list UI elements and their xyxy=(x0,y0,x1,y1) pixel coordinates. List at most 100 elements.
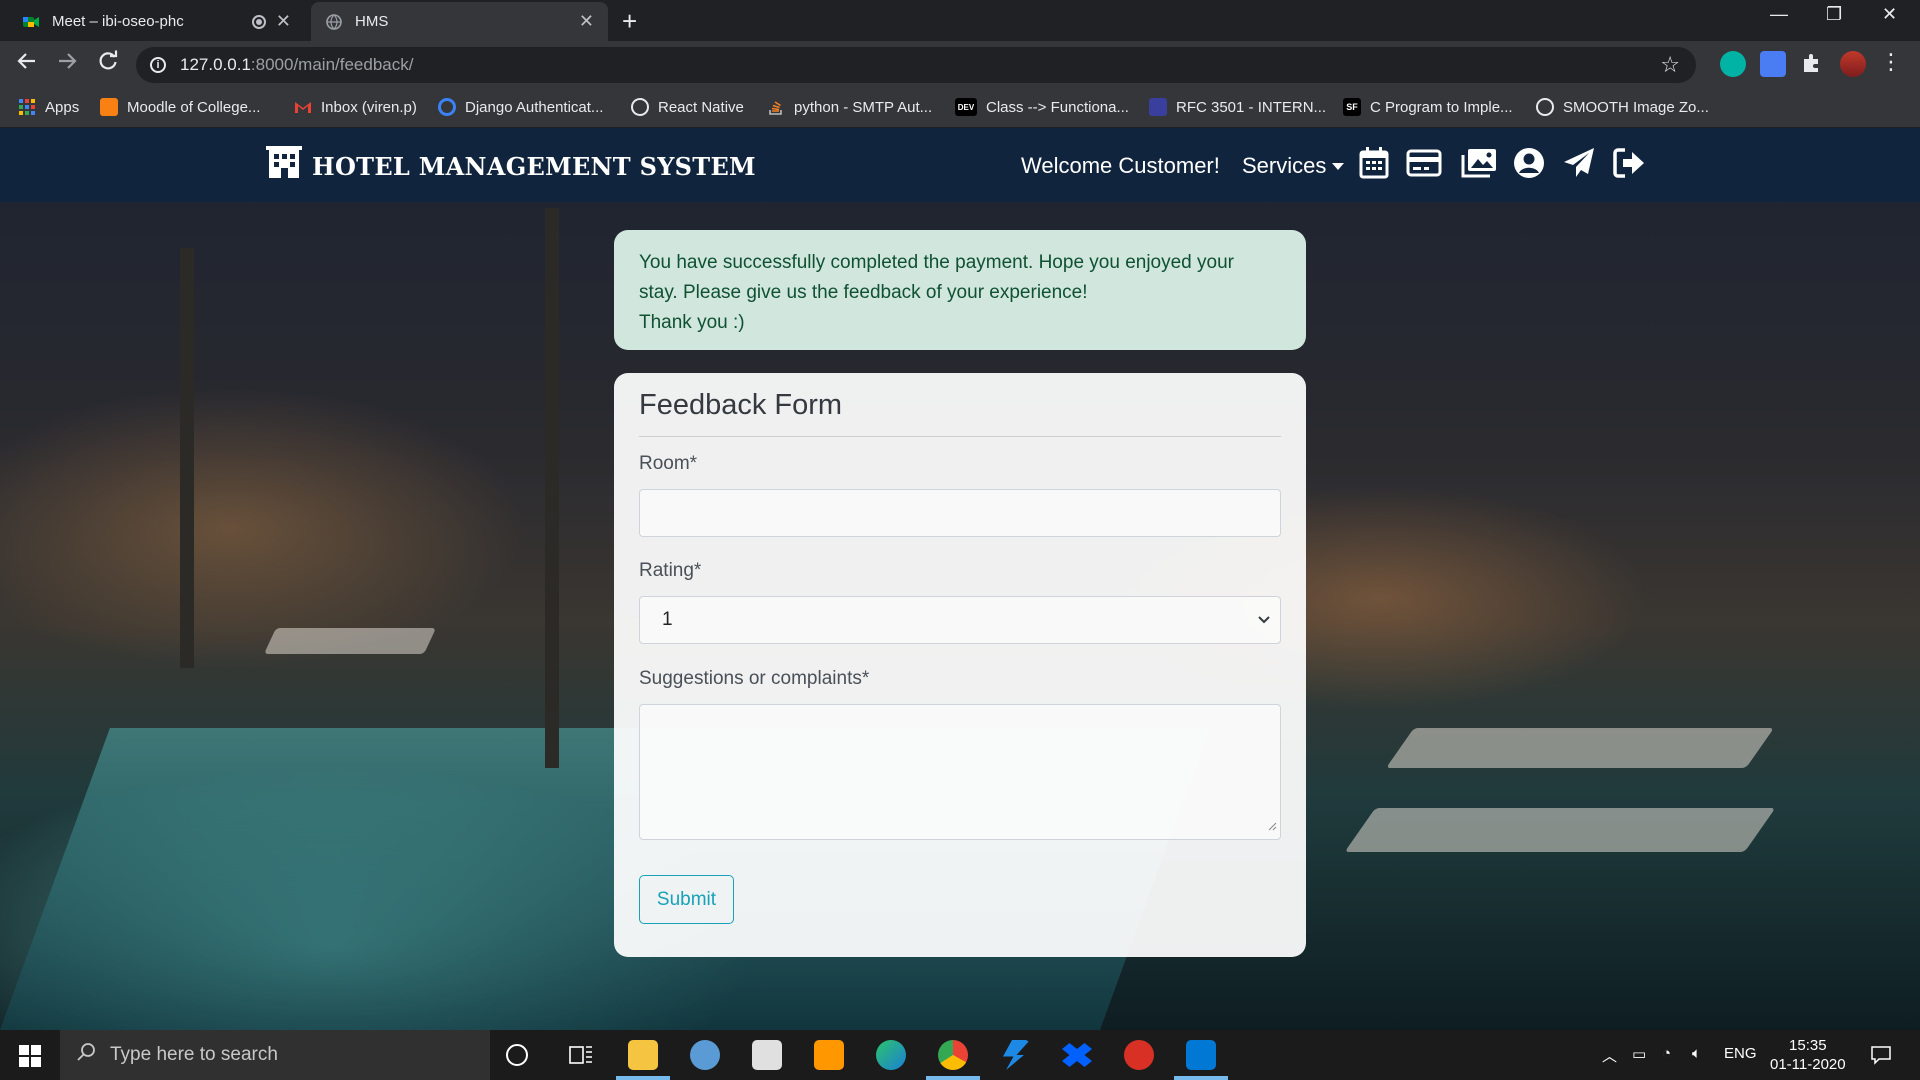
wifi-icon[interactable]: ◔ xyxy=(1662,1045,1671,1062)
bookmark-label: React Native xyxy=(658,98,744,116)
notifications-icon[interactable] xyxy=(1870,1045,1892,1069)
feedback-form-card: Feedback Form Room* Rating* 1 Suggestion… xyxy=(614,373,1306,957)
bookmark-label: python - SMTP Aut... xyxy=(794,98,933,116)
clock-date: 01-11-2020 xyxy=(1770,1056,1846,1073)
store-icon[interactable] xyxy=(752,1040,782,1070)
bookmark-python-smtp[interactable]: python - SMTP Aut... xyxy=(767,98,932,116)
rating-value: 1 xyxy=(662,609,673,630)
chrome-menu-icon[interactable]: ⋮ xyxy=(1880,49,1902,75)
clock-time: 15:35 xyxy=(1789,1037,1827,1054)
reload-icon[interactable] xyxy=(97,50,119,78)
rfc-icon xyxy=(1149,98,1167,116)
divider xyxy=(639,436,1281,437)
lounger-shape xyxy=(1385,728,1775,768)
sf-icon: SF xyxy=(1343,98,1361,116)
palm-trunk xyxy=(545,208,559,768)
bookmark-label: C Program to Imple... xyxy=(1370,98,1513,116)
windows-taskbar: Type here to search ︿ ▭ ◔ 🔈︎ ENG 15:35 0… xyxy=(0,1030,1920,1080)
bookmark-class-functional[interactable]: DEV Class --> Functiona... xyxy=(955,98,1129,116)
language-indicator[interactable]: ENG xyxy=(1724,1045,1757,1062)
sublime-text-icon[interactable] xyxy=(814,1040,844,1070)
search-icon xyxy=(76,1042,96,1068)
address-bar[interactable]: i 127.0.0.1:8000/main/feedback/ ☆ xyxy=(136,47,1696,83)
extensions-puzzle-icon[interactable] xyxy=(1800,51,1826,77)
chrome-icon[interactable] xyxy=(938,1040,968,1070)
bookmark-star-icon[interactable]: ☆ xyxy=(1660,52,1680,78)
images-icon[interactable] xyxy=(1460,146,1498,180)
active-app-indicator xyxy=(616,1076,670,1080)
bookmark-gmail[interactable]: Inbox (viren.p) xyxy=(294,98,417,116)
bookmark-django[interactable]: Django Authenticat... xyxy=(438,98,603,116)
flutter-icon[interactable] xyxy=(1003,1040,1030,1070)
qbittorrent-icon[interactable] xyxy=(690,1040,720,1070)
edge-icon[interactable] xyxy=(876,1040,906,1070)
gmail-icon xyxy=(294,98,312,116)
extension-m-icon[interactable] xyxy=(1720,51,1746,77)
room-input[interactable] xyxy=(639,489,1281,537)
rating-select[interactable]: 1 xyxy=(639,596,1281,644)
globe-icon xyxy=(325,13,343,31)
google-meet-icon xyxy=(22,13,40,31)
profile-avatar[interactable] xyxy=(1840,51,1866,77)
bookmark-react-native[interactable]: React Native xyxy=(631,98,744,116)
globe-icon xyxy=(1536,98,1554,116)
cortana-icon[interactable] xyxy=(506,1044,528,1066)
site-info-icon[interactable]: i xyxy=(150,57,166,73)
url-text: 127.0.0.1:8000/main/feedback/ xyxy=(180,55,413,75)
resize-grip-icon[interactable] xyxy=(1267,818,1277,836)
suggestions-label: Suggestions or complaints* xyxy=(639,668,870,689)
google-translate-icon[interactable] xyxy=(1760,51,1786,77)
chevron-down-icon xyxy=(1256,611,1272,633)
new-tab-icon[interactable]: + xyxy=(622,6,637,37)
welcome-text: Welcome Customer! xyxy=(1021,153,1220,178)
restore-icon[interactable]: ❐ xyxy=(1826,4,1842,25)
palm-trunk xyxy=(180,248,194,668)
submit-button[interactable]: Submit xyxy=(639,875,734,924)
paper-plane-icon[interactable] xyxy=(1562,146,1596,180)
minimize-icon[interactable]: — xyxy=(1770,4,1788,25)
windows-start-icon[interactable] xyxy=(19,1045,41,1072)
bookmark-rfc[interactable]: RFC 3501 - INTERN... xyxy=(1149,98,1326,116)
bookmark-moodle[interactable]: Moodle of College... xyxy=(100,98,260,116)
battery-icon[interactable]: ▭ xyxy=(1632,1045,1646,1063)
lounger-shape xyxy=(1344,808,1776,852)
taskbar-search[interactable]: Type here to search xyxy=(60,1030,490,1080)
bookmark-c-program[interactable]: SF C Program to Imple... xyxy=(1343,98,1513,116)
rating-label: Rating* xyxy=(639,560,702,581)
lounger-shape xyxy=(263,628,437,654)
close-icon[interactable]: ✕ xyxy=(276,11,291,32)
services-dropdown[interactable]: Services xyxy=(1242,153,1345,179)
suggestions-textarea[interactable] xyxy=(639,704,1281,840)
vscode-icon[interactable] xyxy=(1186,1040,1216,1070)
tab-meet[interactable]: Meet – ibi-oseo-phc ✕ xyxy=(8,2,305,41)
user-circle-icon[interactable] xyxy=(1512,146,1546,180)
active-app-indicator xyxy=(1174,1076,1228,1080)
tab-hms[interactable]: HMS ✕ xyxy=(311,2,608,41)
alert-line: stay. Please give us the feedback of you… xyxy=(639,282,1088,303)
url-path: :8000/main/feedback/ xyxy=(250,55,414,74)
dropbox-icon[interactable] xyxy=(1062,1043,1092,1067)
forward-icon[interactable] xyxy=(56,50,78,78)
sign-out-icon[interactable] xyxy=(1612,146,1646,180)
file-explorer-icon[interactable] xyxy=(628,1040,658,1070)
site-navbar: HOTEL MANAGEMENT SYSTEM Welcome Customer… xyxy=(0,128,1920,202)
powerpoint-icon[interactable] xyxy=(1124,1040,1154,1070)
alert-line: Thank you :) xyxy=(639,312,745,333)
browser-tabstrip: Meet – ibi-oseo-phc ✕ HMS ✕ + — ❐ ✕ xyxy=(0,0,1920,41)
credit-card-icon[interactable] xyxy=(1406,146,1442,180)
clock[interactable]: 15:35 01-11-2020 xyxy=(1770,1036,1846,1074)
chevron-up-icon[interactable]: ︿ xyxy=(1602,1045,1617,1066)
volume-icon[interactable]: 🔈︎ xyxy=(1692,1045,1701,1062)
bookmark-label: SMOOTH Image Zo... xyxy=(1563,98,1709,116)
bookmark-smooth-image[interactable]: SMOOTH Image Zo... xyxy=(1536,98,1709,116)
task-view-icon[interactable] xyxy=(566,1040,596,1070)
calendar-icon[interactable] xyxy=(1358,146,1392,180)
back-icon[interactable] xyxy=(16,50,38,78)
brand[interactable]: HOTEL MANAGEMENT SYSTEM xyxy=(266,146,756,186)
bookmark-apps[interactable]: Apps xyxy=(18,98,79,116)
bookmark-label: Django Authenticat... xyxy=(465,98,604,116)
close-icon[interactable]: ✕ xyxy=(579,11,594,32)
room-label: Room* xyxy=(639,453,698,474)
recording-icon xyxy=(251,14,266,29)
window-close-icon[interactable]: ✕ xyxy=(1882,4,1897,25)
